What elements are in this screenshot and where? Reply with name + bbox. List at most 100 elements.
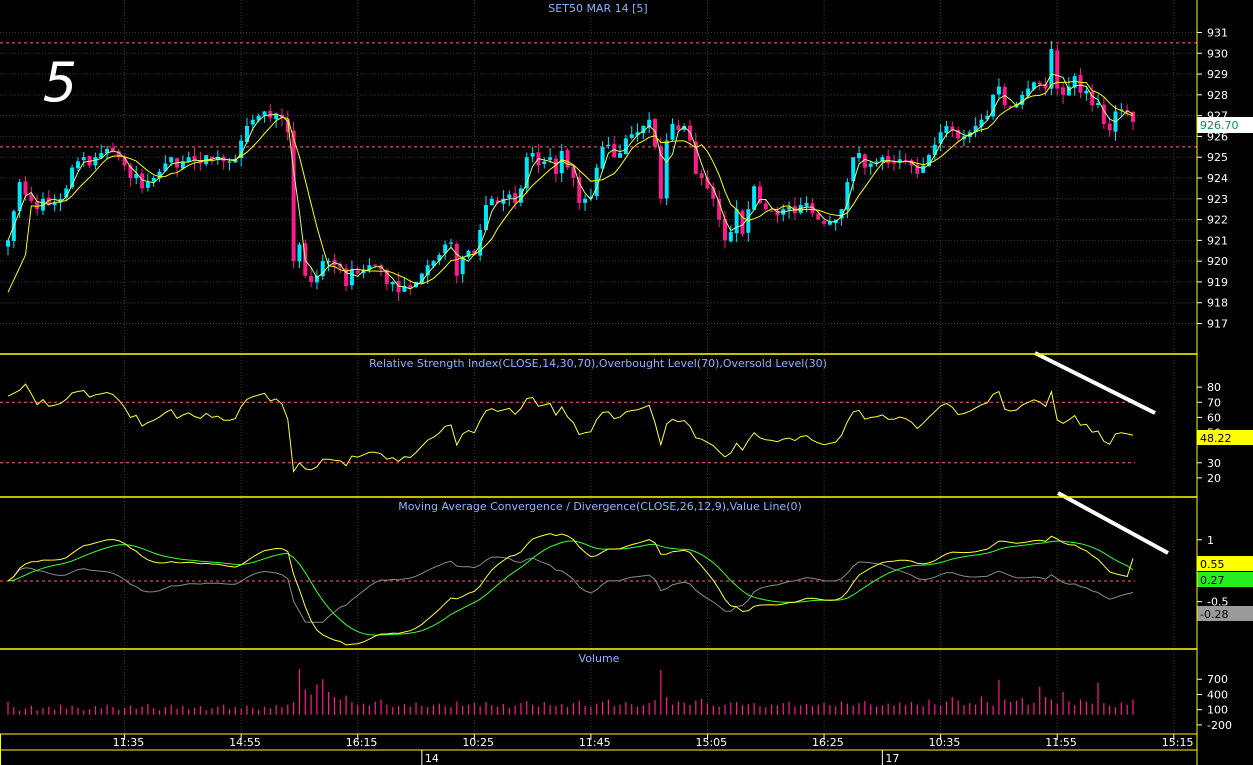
macd-panel-title: Moving Average Convergence / Divergence(…	[398, 500, 802, 513]
candle-body	[250, 119, 255, 125]
time-tick-label: 16:25	[812, 736, 844, 749]
candle-body	[944, 126, 949, 134]
candle-body	[110, 147, 115, 151]
candle-body	[606, 144, 611, 146]
candle-body	[623, 138, 628, 155]
signal-last-value: 0.27	[1200, 574, 1225, 587]
candle-body	[921, 165, 926, 173]
candle-body	[1037, 82, 1042, 85]
price-tick-label: 919	[1207, 276, 1228, 289]
candle-body	[699, 173, 704, 178]
candle-body	[390, 281, 395, 285]
candle-body	[565, 150, 570, 168]
candle-body	[664, 140, 669, 199]
candle-body	[145, 182, 150, 188]
candle-body	[542, 161, 547, 165]
candle-body	[169, 157, 174, 163]
candle-body	[530, 153, 535, 157]
candle-body	[75, 161, 80, 169]
price-tick-label: 918	[1207, 297, 1228, 310]
candle-body	[763, 203, 768, 210]
candle-body	[740, 210, 745, 235]
candle-body	[309, 276, 314, 282]
price-tick-label: 922	[1207, 214, 1228, 227]
price-tick-label: 928	[1207, 89, 1228, 102]
candle-body	[857, 153, 862, 159]
candle-body	[618, 153, 623, 158]
macd-last-value: 0.55	[1200, 558, 1225, 571]
candle-body	[734, 209, 739, 234]
rsi-tick-label: 30	[1207, 457, 1221, 470]
rsi-tick-label: 80	[1207, 381, 1221, 394]
candle-body	[822, 220, 827, 224]
volume-tick-label: 100	[1207, 704, 1228, 717]
time-tick-label: 15:05	[695, 736, 727, 749]
candle-body	[886, 156, 891, 164]
price-tick-label: 924	[1207, 172, 1228, 185]
candle-body	[186, 157, 191, 162]
candle-body	[227, 161, 232, 163]
candle-body	[23, 181, 28, 195]
rsi-last-value: 48.22	[1200, 432, 1232, 445]
day-tick-label: 17	[885, 752, 899, 765]
panel-number: 5	[43, 51, 77, 114]
time-tick-label: 15:15	[1162, 736, 1194, 749]
candle-body	[449, 242, 454, 244]
price-tick-label: 925	[1207, 151, 1228, 164]
candle-body	[892, 162, 897, 164]
rsi-tick-label: 60	[1207, 411, 1221, 424]
candle-body	[6, 240, 10, 247]
price-tick-label: 931	[1207, 26, 1228, 39]
candle-body	[868, 163, 873, 167]
day-tick-label: 14	[425, 752, 439, 765]
volume-tick-label: 700	[1207, 673, 1228, 686]
candle-body	[355, 270, 360, 274]
candle-body	[489, 198, 494, 206]
candle-body	[93, 157, 98, 166]
candle-body	[996, 86, 1001, 95]
macd-tick-label: 1	[1207, 534, 1214, 547]
hist-last-value: -0.28	[1200, 608, 1228, 621]
trading-chart: SET50 MAR 14 [5] 5 917 918 919 920 921 922 923…	[0, 0, 1253, 765]
candle-body	[874, 161, 879, 163]
candle-body	[728, 232, 733, 242]
price-tick-label: 920	[1207, 255, 1228, 268]
candle-body	[81, 157, 86, 161]
candle-body	[629, 134, 634, 138]
candle-body	[757, 186, 762, 203]
price-tick-label: 930	[1207, 47, 1228, 60]
price-last-value: 926.70	[1200, 119, 1239, 132]
candle-body	[373, 264, 378, 266]
candle-body	[787, 207, 792, 210]
candle-body	[1084, 90, 1089, 94]
candle-body	[594, 167, 599, 197]
price-tick-label: 917	[1207, 318, 1228, 331]
time-tick-label: 11:45	[579, 736, 611, 749]
candle-body	[262, 111, 267, 116]
time-tick-label: 14:55	[229, 736, 261, 749]
price-tick-label: 923	[1207, 193, 1228, 206]
price-tick-label: 921	[1207, 234, 1228, 247]
time-tick-label: 11:35	[113, 736, 145, 749]
price-tick-label: 929	[1207, 68, 1228, 81]
candle-body	[349, 269, 354, 286]
candle-body	[1107, 123, 1112, 131]
candle-body	[670, 123, 675, 140]
candle-body	[35, 201, 40, 210]
candle-body	[583, 198, 588, 203]
time-tick-label: 10:35	[929, 736, 961, 749]
candle-body	[507, 194, 512, 198]
candle-body	[291, 130, 296, 262]
price-last-badge: 926.70	[1197, 117, 1253, 133]
candle-body	[548, 157, 553, 160]
volume-panel-title: Volume	[579, 652, 620, 665]
candle-body	[769, 210, 774, 212]
rsi-tick-label: 20	[1207, 472, 1221, 485]
candle-body	[1049, 49, 1054, 89]
chart-background	[0, 0, 1253, 765]
rsi-panel-title: Relative Strength Index(CLOSE,14,30,70),…	[369, 357, 827, 370]
volume-tick-label: -200	[1207, 719, 1232, 732]
volume-tick-label: 400	[1207, 688, 1228, 701]
rsi-tick-label: 70	[1207, 396, 1221, 409]
rsi-last-badge: 48.22	[1197, 430, 1253, 445]
